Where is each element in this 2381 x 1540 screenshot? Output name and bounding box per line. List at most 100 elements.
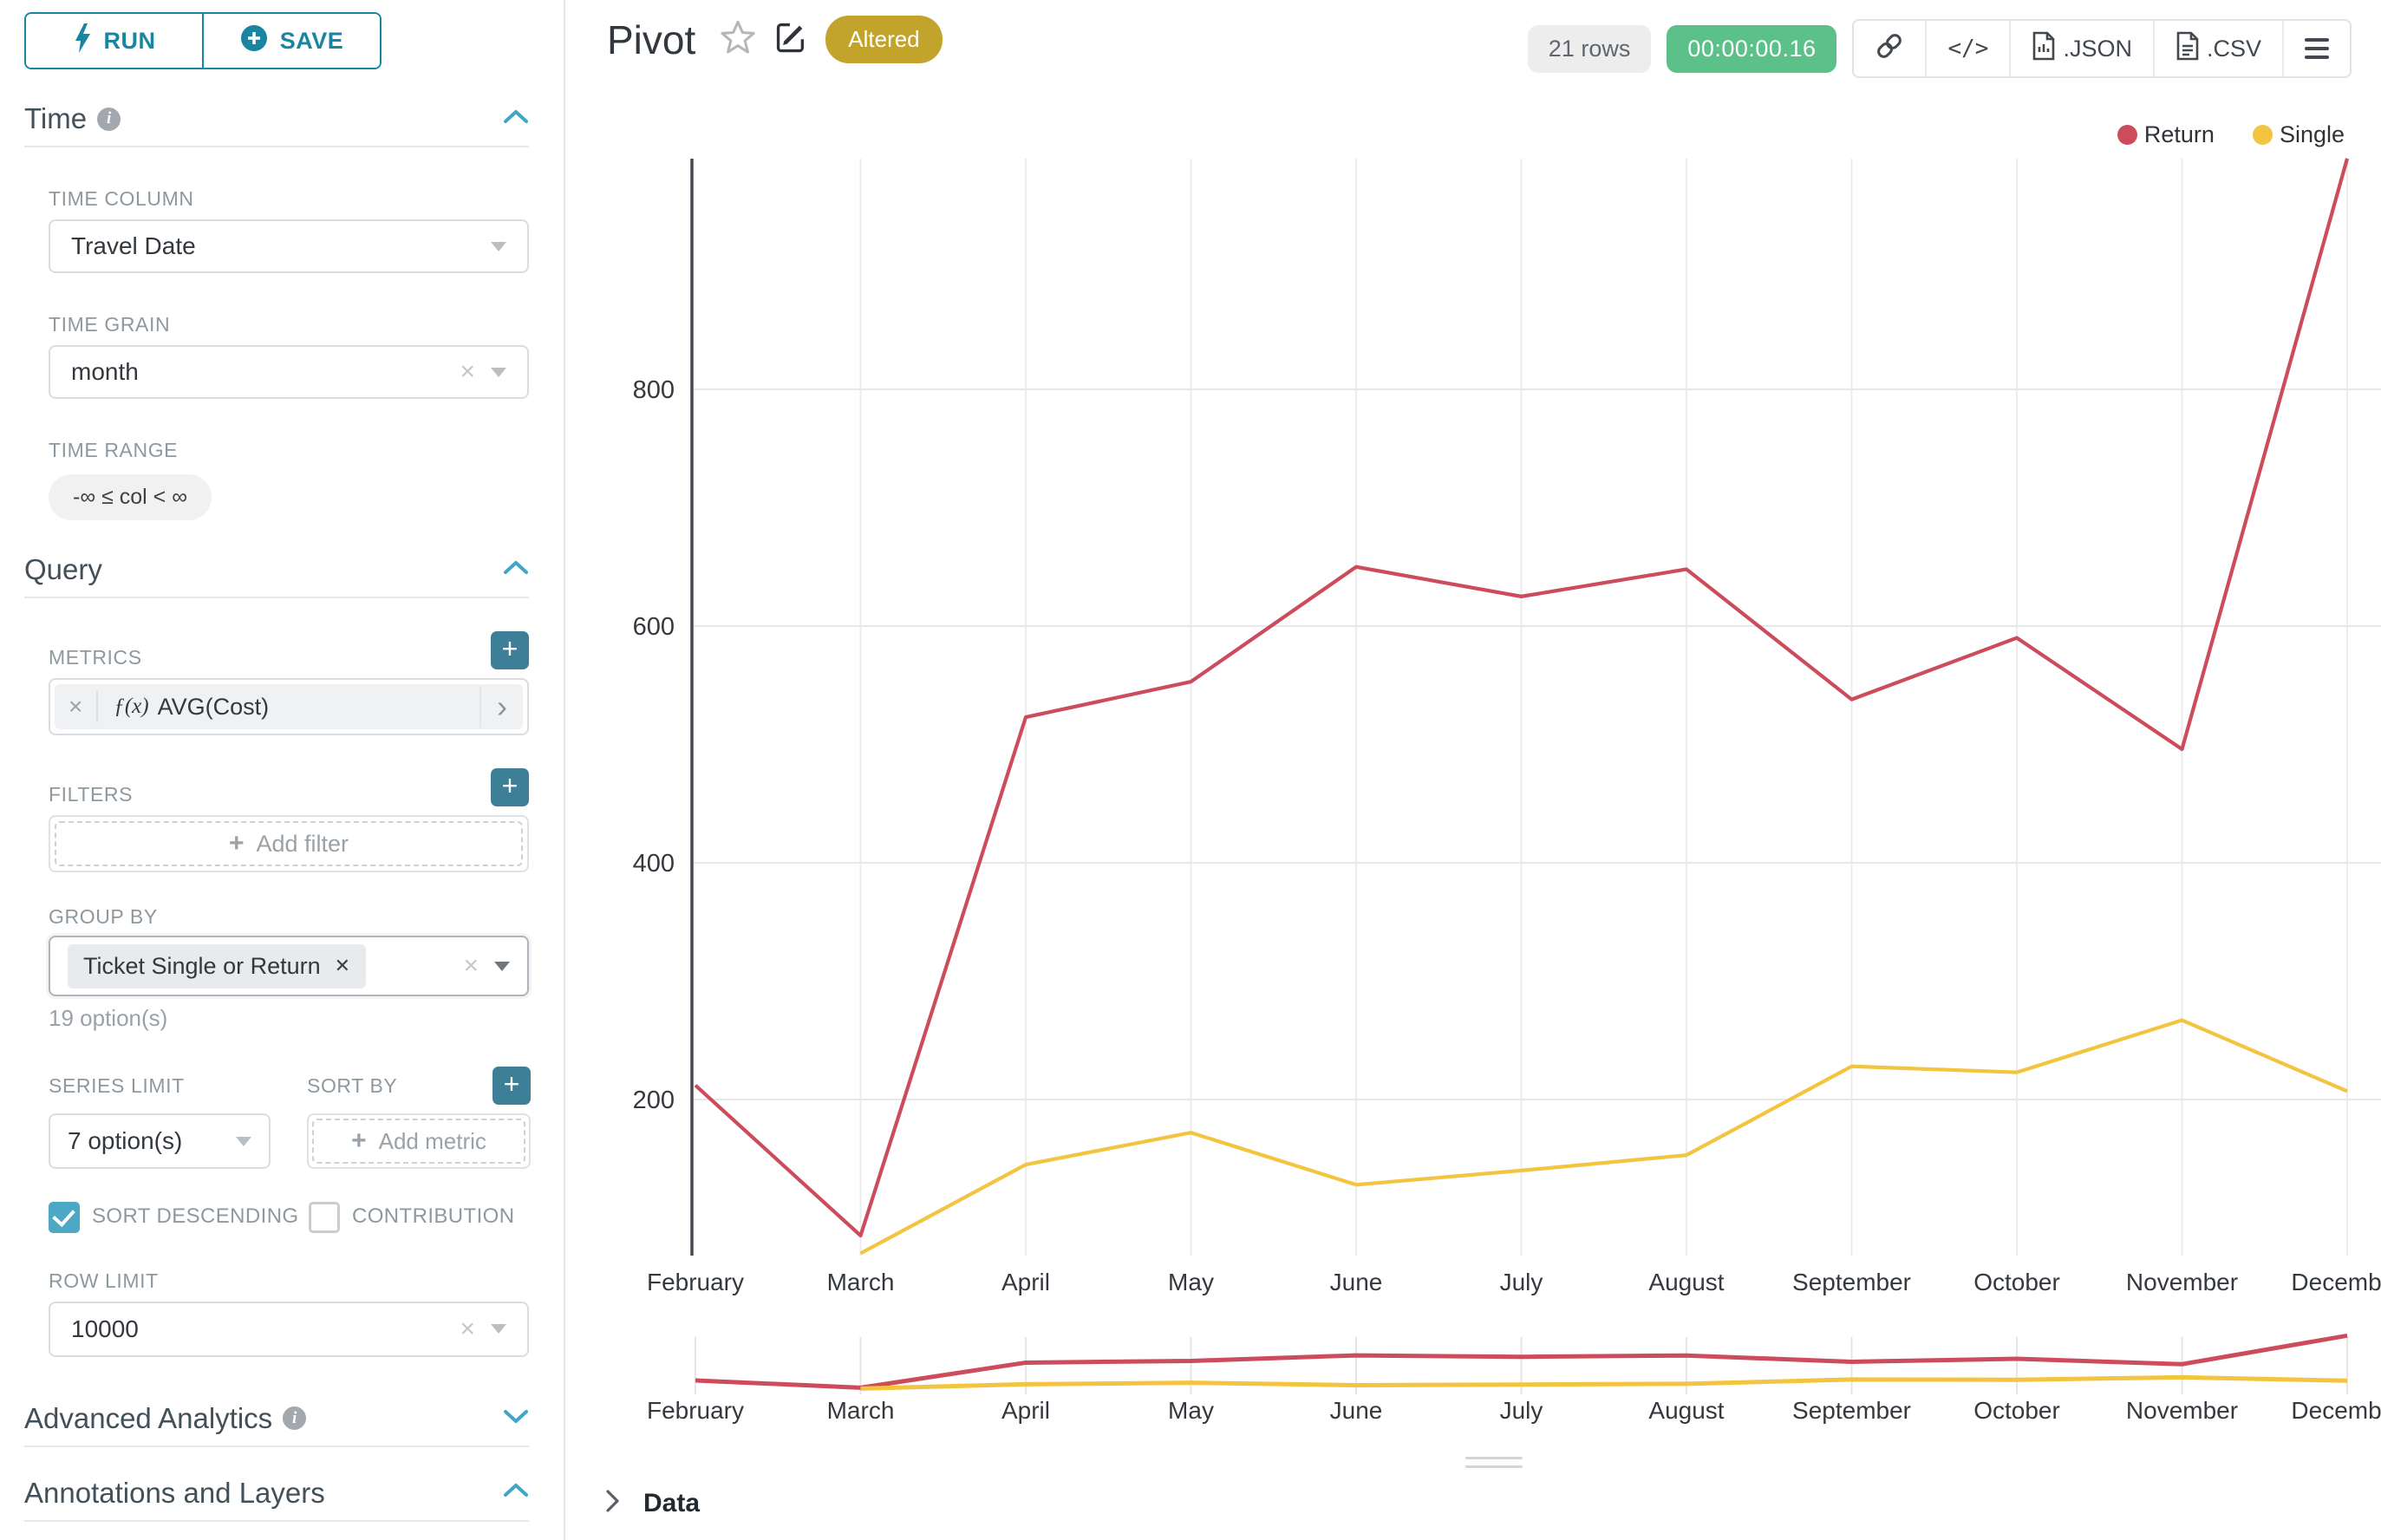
line-chart[interactable]: 200400600800FebruaryMarchAprilMayJuneJul… [567, 0, 2381, 1540]
time-range-label: TIME RANGE [49, 439, 529, 462]
caret-down-icon [491, 1324, 506, 1334]
x-axis-tick-label: April [1001, 1269, 1050, 1295]
sort-descending-option[interactable]: SORT DESCENDING [49, 1200, 309, 1233]
add-metric-plus-button[interactable]: + [491, 631, 529, 669]
y-axis-tick-label: 400 [633, 850, 675, 878]
series-limit-select[interactable]: 7 option(s) [49, 1113, 271, 1169]
preview-x-tick-label: March [827, 1397, 895, 1424]
sort-by-box: + Add metric [307, 1113, 531, 1169]
sort-descending-label: SORT DESCENDING [92, 1204, 299, 1228]
advanced-analytics-section-header[interactable]: Advanced Analytics i [24, 1402, 529, 1435]
preview-x-tick-label: May [1168, 1397, 1214, 1424]
run-button-label: RUN [104, 28, 156, 55]
run-save-button-group: RUN SAVE [24, 12, 382, 69]
x-icon[interactable]: × [460, 1316, 475, 1342]
sort-descending-checkbox[interactable] [49, 1202, 80, 1233]
query-section-title: Query [24, 553, 102, 586]
filters-box: + Add filter [49, 815, 529, 872]
add-sort-metric-plus-button[interactable]: + [493, 1067, 531, 1105]
annotations-section-header[interactable]: Annotations and Layers [24, 1477, 529, 1510]
y-axis-tick-label: 600 [633, 613, 675, 641]
series-limit-label: SERIES LIMIT [49, 1074, 185, 1098]
x-icon[interactable]: × [463, 953, 479, 979]
groupby-options-hint: 19 option(s) [49, 1005, 529, 1032]
preview-x-tick-label: June [1330, 1397, 1383, 1424]
preview-line-single [861, 1377, 2348, 1388]
metrics-box: × ƒ(x) AVG(Cost) › [49, 678, 529, 735]
row-limit-label: ROW LIMIT [49, 1269, 529, 1293]
time-section-header[interactable]: Time i [24, 102, 529, 135]
metric-chip-label: AVG(Cost) [158, 694, 270, 721]
x-axis-tick-label: December [2291, 1269, 2381, 1295]
remove-tag-icon[interactable]: ✕ [335, 955, 350, 977]
contribution-option[interactable]: CONTRIBUTION [309, 1200, 529, 1233]
panel-resize-handle[interactable] [1465, 1457, 1523, 1474]
save-button[interactable]: SAVE [202, 14, 380, 68]
chevron-down-icon[interactable] [503, 1407, 529, 1429]
caret-down-icon [491, 242, 506, 251]
chevron-up-icon[interactable] [503, 1482, 529, 1504]
query-section-header[interactable]: Query [24, 553, 529, 586]
chevron-right-icon [603, 1488, 621, 1518]
sort-by-label: SORT BY [307, 1074, 397, 1098]
data-panel-label: Data [643, 1489, 700, 1518]
info-circle-icon: i [283, 1406, 306, 1430]
fx-icon: ƒ(x) [114, 695, 148, 719]
chevron-up-icon[interactable] [503, 559, 529, 581]
save-button-label: SAVE [280, 28, 344, 55]
section-divider [24, 1445, 529, 1447]
x-axis-tick-label: July [1500, 1269, 1543, 1295]
caret-down-icon[interactable] [494, 962, 510, 971]
time-grain-select[interactable]: month × [49, 345, 529, 399]
remove-metric-icon[interactable]: × [55, 693, 96, 721]
filters-label: FILTERS [49, 783, 133, 806]
time-column-value: Travel Date [71, 232, 196, 260]
annotations-title: Annotations and Layers [24, 1477, 325, 1510]
advanced-analytics-title: Advanced Analytics [24, 1402, 272, 1435]
preview-x-tick-label: August [1648, 1397, 1724, 1424]
circle-plus-icon [240, 24, 268, 58]
preview-x-tick-label: November [2126, 1397, 2238, 1424]
contribution-checkbox[interactable] [309, 1202, 340, 1233]
row-limit-value: 10000 [71, 1315, 139, 1343]
preview-strip[interactable]: FebruaryMarchAprilMayJuneJulyAugustSepte… [647, 1335, 2381, 1424]
caret-down-icon [491, 368, 506, 377]
y-axis-tick-label: 800 [633, 376, 675, 404]
add-filter-button[interactable]: + Add filter [55, 821, 523, 866]
row-limit-select[interactable]: 10000 × [49, 1302, 529, 1357]
series-limit-value: 7 option(s) [68, 1127, 182, 1155]
x-axis-tick-label: August [1648, 1269, 1724, 1295]
data-panel-toggle[interactable]: Data [603, 1488, 700, 1518]
section-divider [24, 1520, 529, 1522]
add-metric-label: Add metric [379, 1128, 486, 1155]
preview-x-tick-label: February [647, 1397, 744, 1424]
section-divider [24, 597, 529, 598]
time-column-select[interactable]: Travel Date [49, 219, 529, 273]
time-section-title: Time [24, 102, 87, 135]
groupby-tag[interactable]: Ticket Single or Return ✕ [68, 944, 366, 989]
section-divider [24, 146, 529, 147]
groupby-select[interactable]: Ticket Single or Return ✕ × [49, 936, 529, 996]
time-grain-label: TIME GRAIN [49, 313, 529, 336]
add-filter-plus-button[interactable]: + [491, 768, 529, 806]
chevron-right-icon[interactable]: › [479, 686, 523, 728]
caret-down-icon [236, 1137, 251, 1146]
run-button[interactable]: RUN [26, 14, 202, 68]
preview-x-tick-label: October [1973, 1397, 2060, 1424]
x-axis-tick-label: November [2126, 1269, 2238, 1295]
x-axis-tick-label: October [1973, 1269, 2060, 1295]
x-axis-tick-label: February [647, 1269, 744, 1295]
chevron-up-icon[interactable] [503, 108, 529, 130]
metrics-label: METRICS [49, 646, 142, 669]
series-line-single[interactable] [861, 1021, 2348, 1254]
contribution-label: CONTRIBUTION [352, 1204, 514, 1228]
explore-view: RUN SAVE Time i TIME COLUMN Travel Date [0, 0, 2381, 1540]
x-icon[interactable]: × [460, 359, 475, 385]
preview-x-tick-label: September [1792, 1397, 1911, 1424]
add-sort-metric-button[interactable]: + Add metric [312, 1119, 525, 1164]
metric-chip[interactable]: × ƒ(x) AVG(Cost) › [55, 684, 523, 729]
time-range-value[interactable]: -∞ ≤ col < ∞ [49, 474, 212, 520]
x-axis-tick-label: May [1168, 1269, 1214, 1295]
groupby-tag-label: Ticket Single or Return [83, 953, 321, 980]
preview-x-tick-label: April [1001, 1397, 1050, 1424]
